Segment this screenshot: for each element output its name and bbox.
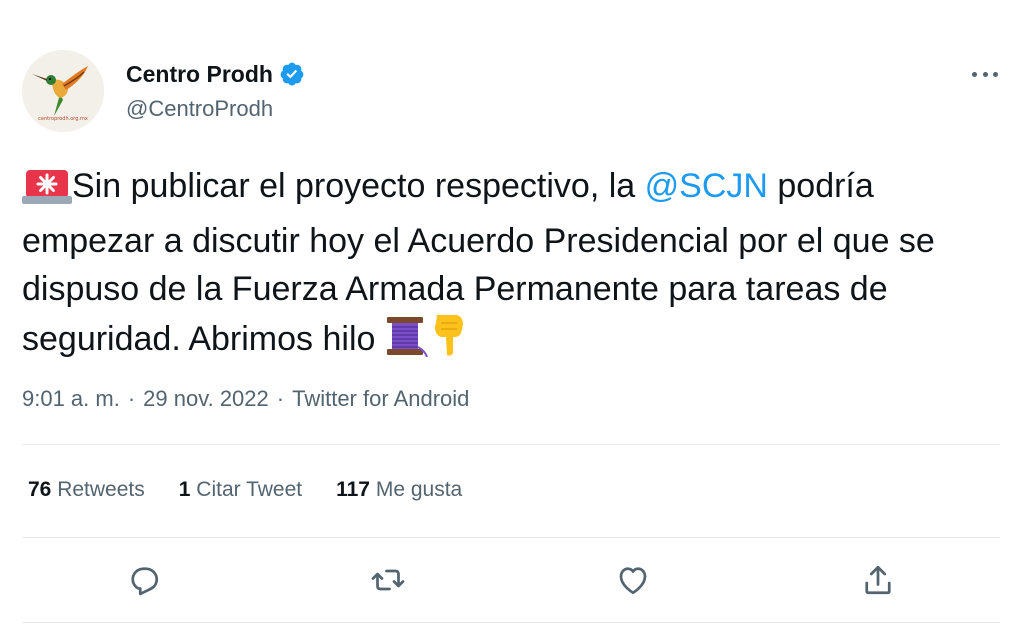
rotating-light-emoji-icon [22, 168, 72, 217]
handle[interactable]: @CentroProdh [126, 96, 305, 122]
display-name[interactable]: Centro Prodh [126, 61, 273, 88]
share-icon[interactable] [860, 562, 896, 598]
mention-link[interactable]: @SCJN [645, 167, 768, 205]
tweet-date[interactable]: 29 nov. 2022 [143, 386, 269, 412]
dot-icon [982, 71, 988, 77]
verified-badge-icon [280, 62, 304, 86]
meta-separator: · [276, 386, 285, 411]
meta-separator: · [127, 386, 136, 411]
action-bar [0, 556, 1024, 604]
dot-icon [972, 71, 977, 77]
dot-icon [993, 71, 998, 77]
more-options-button[interactable] [972, 64, 998, 84]
thread-spool-emoji-icon [385, 317, 429, 370]
reply-icon[interactable] [126, 562, 162, 598]
divider [22, 622, 1000, 623]
tweet-meta: 9:01 a. m. · 29 nov. 2022 · Twitter for … [22, 386, 469, 412]
divider [22, 444, 1000, 445]
retweet-icon[interactable] [370, 562, 406, 598]
tweet-source[interactable]: Twitter for Android [292, 386, 469, 412]
retweets-stat[interactable]: 76 Retweets [28, 478, 145, 502]
tweet-card: centroprodh.org.mx Centro Prodh @CentroP… [0, 0, 1024, 634]
likes-label: Me gusta [375, 478, 463, 501]
pointing-down-hand-emoji-icon [429, 313, 469, 370]
likes-count: 117 [336, 478, 370, 501]
author-block: Centro Prodh @CentroProdh [126, 58, 305, 122]
svg-text:centroprodh.org.mx: centroprodh.org.mx [38, 116, 88, 122]
avatar[interactable]: centroprodh.org.mx [22, 50, 104, 132]
quotes-label: Citar Tweet [196, 478, 303, 501]
retweets-label: Retweets [57, 478, 145, 501]
tweet-text: Sin publicar el proyecto respectivo, la … [22, 162, 1007, 370]
tweet-stats: 76 Retweets 1 Citar Tweet 117 Me gusta [28, 478, 496, 502]
name-row: Centro Prodh [126, 58, 305, 90]
retweets-count: 76 [28, 478, 52, 501]
tweet-text-part1: Sin publicar el proyecto respectivo, la [72, 167, 645, 205]
like-icon[interactable] [615, 562, 651, 598]
divider [22, 537, 1000, 538]
hummingbird-logo-icon: centroprodh.org.mx [22, 50, 104, 132]
quotes-stat[interactable]: 1 Citar Tweet [179, 478, 302, 502]
likes-stat[interactable]: 117 Me gusta [336, 478, 462, 502]
tweet-time[interactable]: 9:01 a. m. [22, 386, 120, 412]
quotes-count: 1 [178, 478, 191, 501]
